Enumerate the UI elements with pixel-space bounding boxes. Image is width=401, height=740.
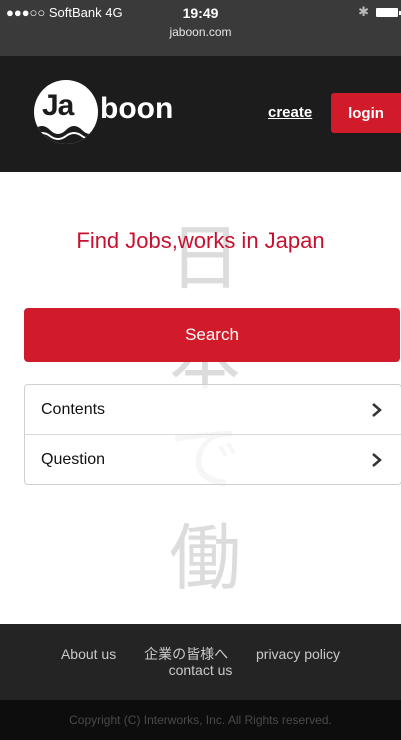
status-bar: ●●●○○ SoftBank 4G 19:49 jaboon.com ✱ xyxy=(0,0,401,56)
calligraphy-char: く xyxy=(169,610,241,624)
menu-list: Contents Question xyxy=(24,384,401,485)
menu-item-label: Question xyxy=(41,450,106,468)
copyright-text: Copyright (C) Interworks, Inc. All Right… xyxy=(0,700,401,740)
jaboon-logo[interactable]: Ja boon xyxy=(34,80,184,144)
search-button[interactable]: Search xyxy=(24,308,400,362)
site-header: Ja boon create login xyxy=(0,56,401,172)
footer-link-companies[interactable]: 企業の皆様へ xyxy=(144,646,228,662)
footer-link-about[interactable]: About us xyxy=(61,646,116,662)
bluetooth-icon: ✱ xyxy=(358,4,369,19)
clock-time: 19:49 xyxy=(182,5,219,21)
create-link[interactable]: create xyxy=(268,104,312,121)
chevron-right-icon xyxy=(369,402,385,418)
chevron-right-icon xyxy=(369,452,385,468)
battery-icon xyxy=(376,8,401,17)
footer-link-contact[interactable]: contact us xyxy=(0,662,401,678)
menu-item-label: Contents xyxy=(41,400,106,418)
footer-links: About us 企業の皆様へ privacy policy xyxy=(0,644,401,664)
address-bar-url[interactable]: jaboon.com xyxy=(0,25,401,39)
calligraphy-char: 日 xyxy=(168,216,241,300)
calligraphy-char: 働 xyxy=(168,516,241,600)
page-headline: Find Jobs,works in Japan xyxy=(76,228,325,253)
logo-boon-text: boon xyxy=(100,92,174,125)
site-footer: About us 企業の皆様へ privacy policy contact u… xyxy=(0,624,401,700)
footer-link-privacy[interactable]: privacy policy xyxy=(256,646,340,662)
wave-icon xyxy=(34,126,98,144)
logo-ja-text: Ja xyxy=(42,89,74,122)
menu-item-contents[interactable]: Contents xyxy=(25,385,401,434)
logo-badge: Ja xyxy=(34,80,98,144)
login-button[interactable]: login xyxy=(331,93,401,133)
main-content: 日 本 で 働 く Find Jobs,works in Japan Searc… xyxy=(0,172,401,624)
menu-item-question[interactable]: Question xyxy=(25,434,401,484)
